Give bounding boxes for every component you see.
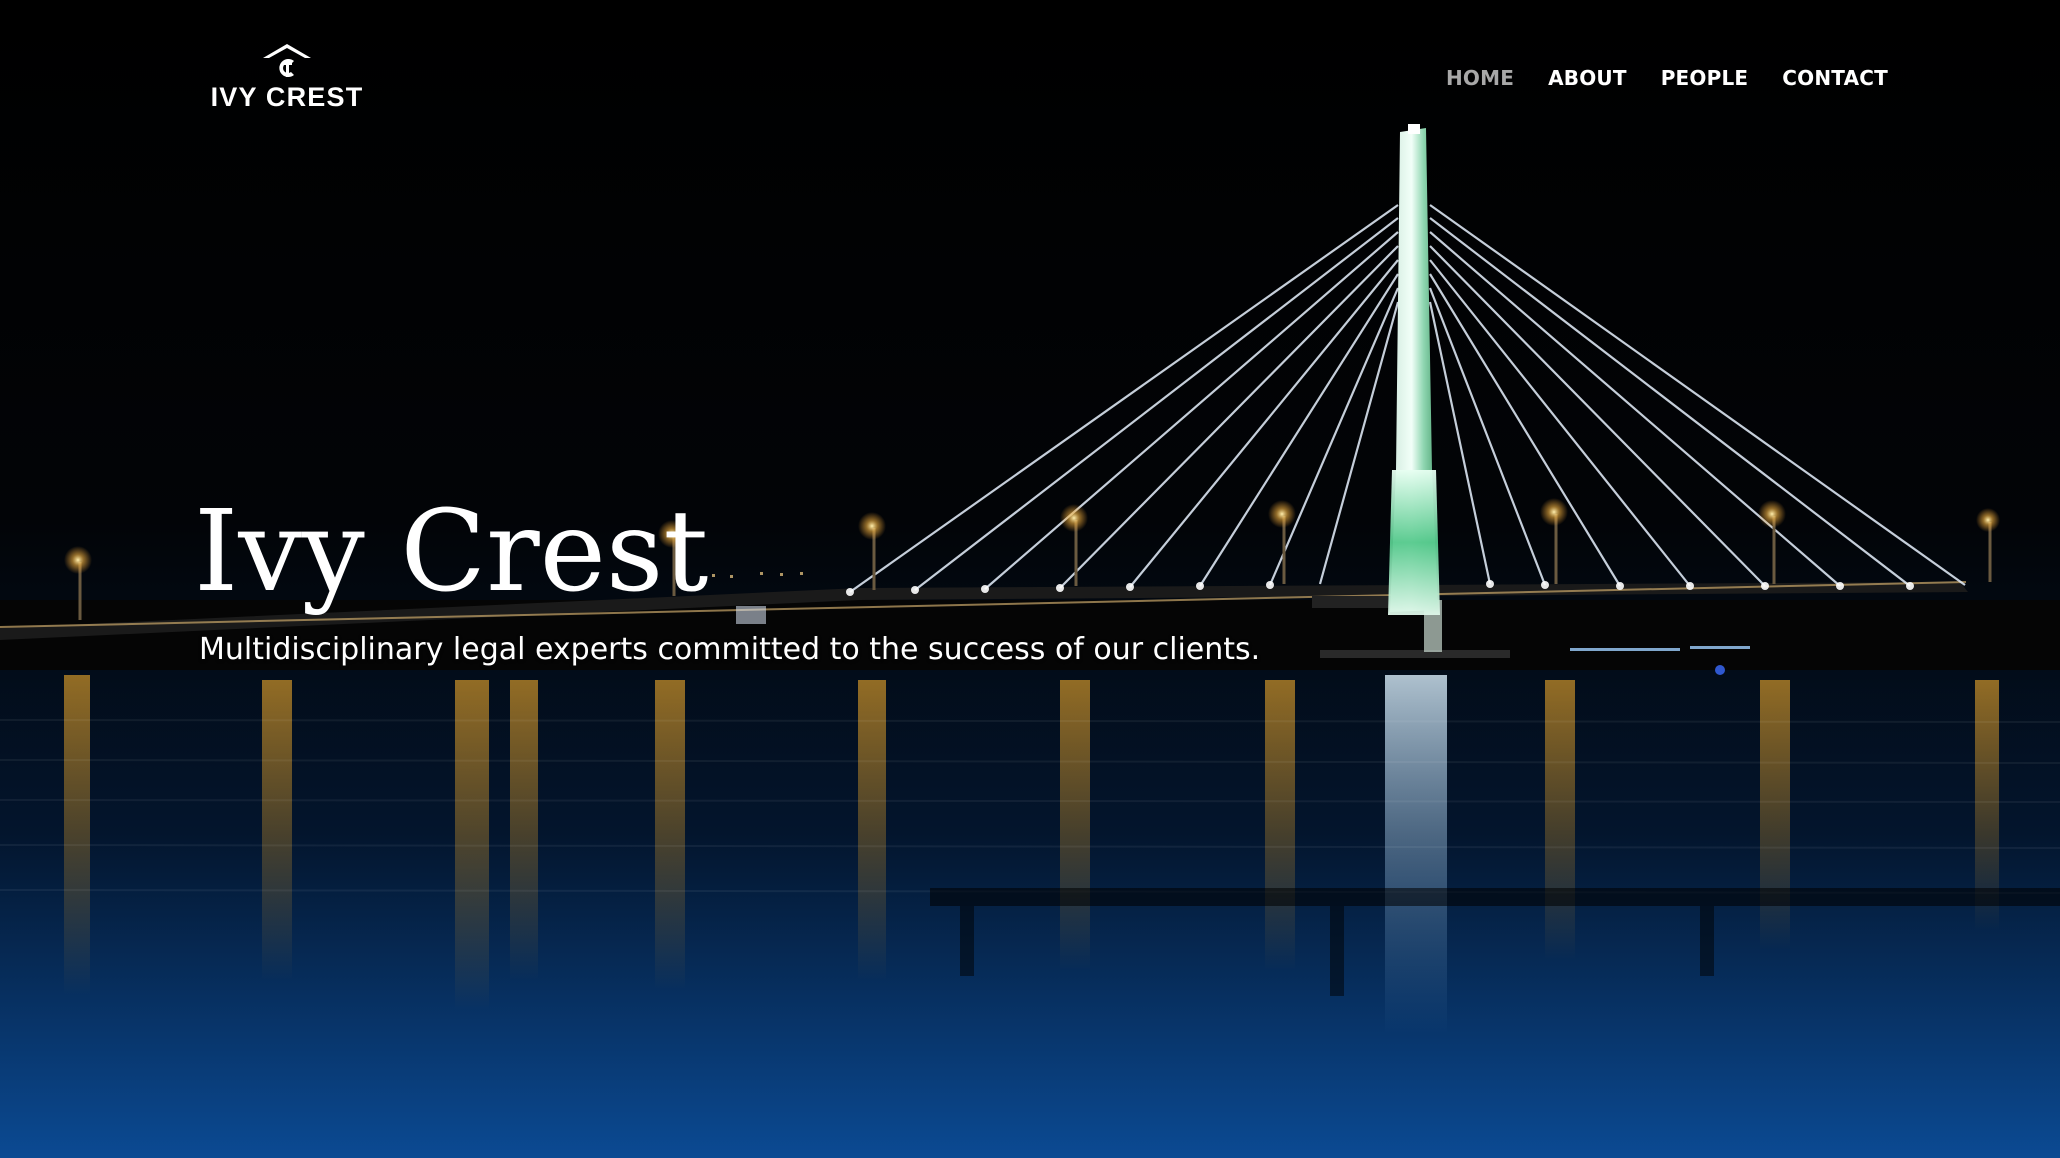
brand-name: IVY CREST — [210, 82, 364, 112]
house-crest-icon — [263, 44, 311, 77]
nav-home[interactable]: HOME — [1429, 62, 1531, 94]
brand-logo[interactable]: IVY CREST — [202, 42, 372, 118]
hero-subtitle: Multidisciplinary legal experts committe… — [199, 632, 1261, 667]
nav-contact[interactable]: CONTACT — [1765, 62, 1905, 94]
nav-people[interactable]: PEOPLE — [1644, 62, 1766, 94]
hero-title: Ivy Crest — [194, 487, 709, 617]
main-navigation: HOME ABOUT PEOPLE CONTACT — [1429, 62, 1905, 94]
nav-about[interactable]: ABOUT — [1531, 62, 1644, 94]
